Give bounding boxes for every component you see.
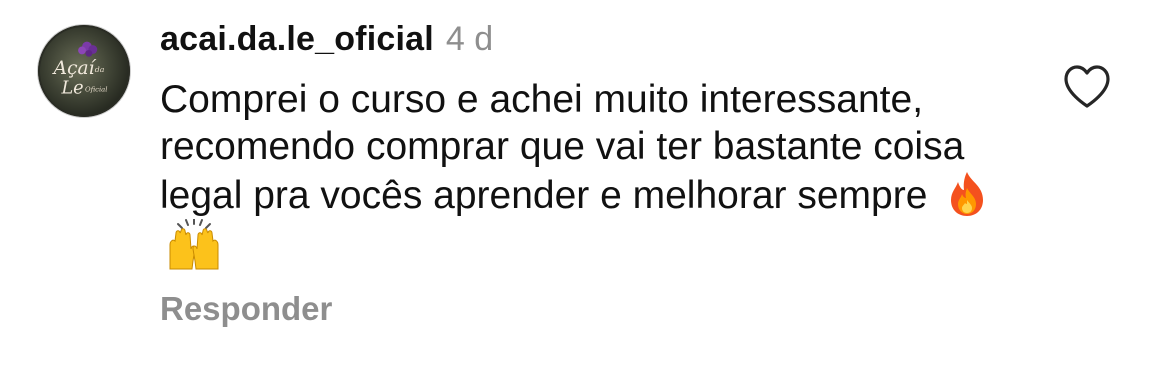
svg-text:Oficial: Oficial — [85, 86, 107, 94]
comment-item: Açaí da Le Oficial acai.da.le_oficial 4 … — [0, 0, 1170, 374]
svg-text:Açaí: Açaí — [52, 58, 97, 79]
svg-text:Le: Le — [60, 79, 83, 99]
avatar[interactable]: Açaí da Le Oficial — [37, 24, 131, 118]
timestamp: 4 d — [445, 20, 494, 58]
comment-text: Comprei o curso e achei muito interessan… — [160, 76, 1020, 272]
svg-text:da: da — [95, 65, 105, 74]
username-link[interactable]: acai.da.le_oficial — [160, 20, 434, 59]
raising-hands-emoji-icon — [164, 219, 224, 271]
avatar-logo-image: Açaí da Le Oficial — [38, 25, 130, 117]
comment-header: acai.da.le_oficial 4 d — [160, 20, 493, 64]
reply-button[interactable]: Responder — [160, 290, 332, 328]
fire-emoji-icon — [945, 170, 989, 218]
comment-body: Comprei o curso e achei muito interessan… — [160, 78, 965, 217]
like-heart-icon[interactable] — [1062, 64, 1112, 110]
